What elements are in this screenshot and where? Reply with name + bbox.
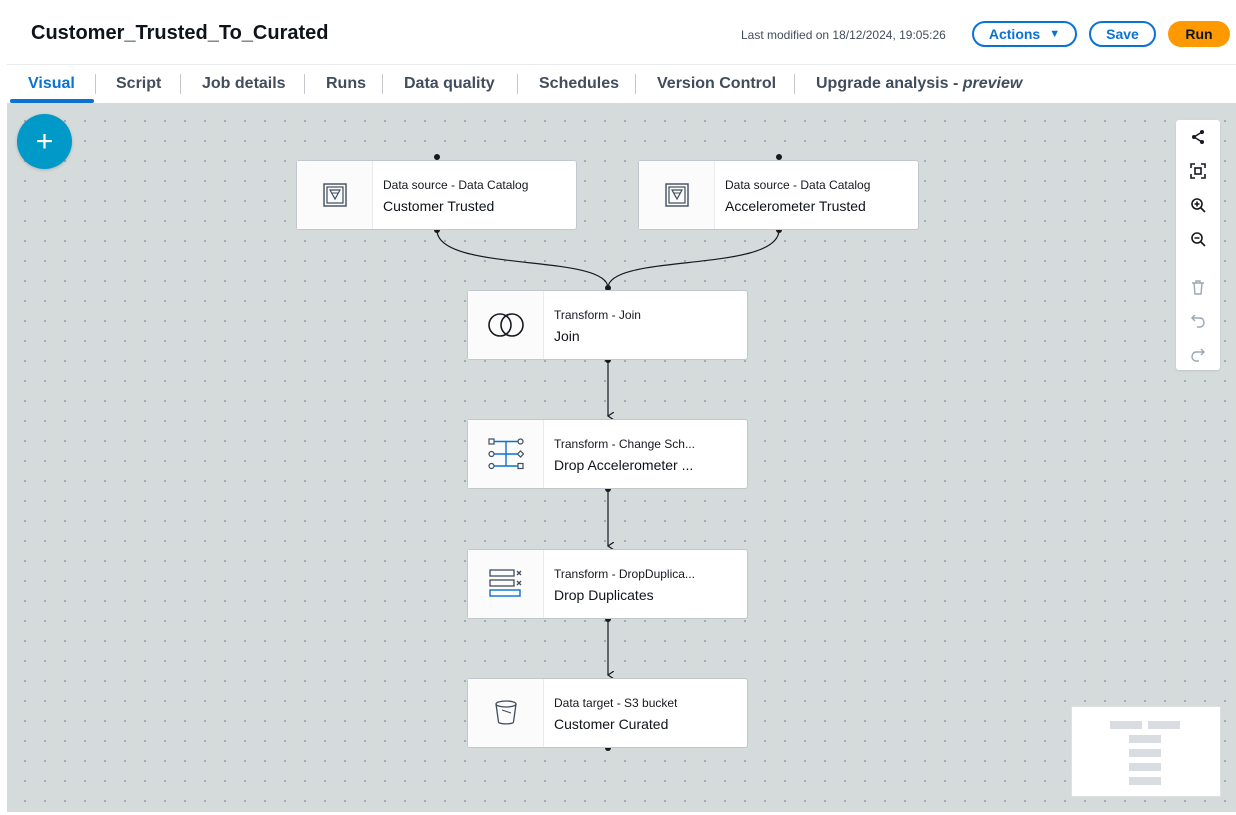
data-catalog-icon bbox=[322, 183, 347, 207]
tab-schedules[interactable]: Schedules bbox=[539, 75, 619, 93]
node-kind: Data target - S3 bucket bbox=[554, 696, 678, 710]
node-icon-box bbox=[468, 291, 544, 359]
tab-separator bbox=[635, 74, 636, 94]
node-name: Accelerometer Trusted bbox=[725, 198, 866, 214]
node-name: Drop Duplicates bbox=[554, 587, 654, 603]
delete-icon[interactable] bbox=[1187, 276, 1209, 298]
job-header: Customer_Trusted_To_Curated Last modifie… bbox=[0, 0, 1236, 64]
layout-icon[interactable] bbox=[1187, 126, 1209, 148]
header-divider bbox=[7, 64, 1236, 65]
node-icon-box bbox=[468, 550, 544, 618]
tab-separator bbox=[180, 74, 181, 94]
drop-duplicates-icon bbox=[488, 569, 521, 597]
zoom-out-icon[interactable] bbox=[1187, 228, 1209, 250]
redo-icon[interactable] bbox=[1187, 344, 1209, 366]
add-node-button[interactable]: + bbox=[17, 114, 72, 169]
node-customer-curated[interactable]: Data target - S3 bucket Customer Curated bbox=[467, 678, 748, 748]
join-icon bbox=[487, 313, 524, 337]
node-kind: Transform - Join bbox=[554, 308, 641, 322]
tab-job-details[interactable]: Job details bbox=[202, 75, 286, 93]
zoom-in-icon[interactable] bbox=[1187, 194, 1209, 216]
last-modified-text: Last modified on 18/12/2024, 19:05:26 bbox=[741, 28, 946, 42]
minimap-node bbox=[1129, 749, 1161, 757]
actions-button[interactable]: Actions ▼ bbox=[972, 21, 1077, 47]
node-icon-box bbox=[297, 161, 373, 229]
tab-script[interactable]: Script bbox=[116, 75, 161, 93]
fit-to-screen-icon[interactable] bbox=[1187, 160, 1209, 182]
node-customer-trusted[interactable]: Data source - Data Catalog Customer Trus… bbox=[296, 160, 577, 230]
node-accelerometer-trusted[interactable]: Data source - Data Catalog Accelerometer… bbox=[638, 160, 919, 230]
node-drop-duplicates[interactable]: Transform - DropDuplica... Drop Duplicat… bbox=[467, 549, 748, 619]
node-drop-accelerometer[interactable]: Transform - Change Sch... Drop Accelerom… bbox=[467, 419, 748, 489]
node-icon-box bbox=[468, 679, 544, 747]
tab-data-quality[interactable]: Data quality bbox=[404, 75, 495, 93]
minimap-node bbox=[1129, 735, 1161, 743]
minimap-node bbox=[1110, 721, 1142, 729]
node-kind: Transform - Change Sch... bbox=[554, 437, 695, 451]
tab-separator bbox=[304, 74, 305, 94]
edge-accelerometer-to-join[interactable] bbox=[607, 229, 780, 289]
save-button[interactable]: Save bbox=[1089, 21, 1156, 47]
tab-version-control[interactable]: Version Control bbox=[657, 75, 776, 93]
node-icon-box bbox=[468, 420, 544, 488]
node-kind: Data source - Data Catalog bbox=[725, 178, 871, 192]
actions-label: Actions bbox=[988, 26, 1041, 42]
change-schema-icon bbox=[487, 438, 524, 470]
node-name: Join bbox=[554, 328, 580, 344]
tab-visual[interactable]: Visual bbox=[28, 75, 75, 93]
node-icon-box bbox=[639, 161, 715, 229]
minimap[interactable] bbox=[1071, 706, 1221, 797]
data-catalog-icon bbox=[664, 183, 689, 207]
node-name: Drop Accelerometer ... bbox=[554, 457, 694, 473]
tab-runs[interactable]: Runs bbox=[326, 75, 366, 93]
canvas-toolbar bbox=[1176, 120, 1220, 370]
tab-upgrade-label: Upgrade analysis - bbox=[816, 75, 963, 92]
plus-icon: + bbox=[35, 124, 54, 158]
node-kind: Transform - DropDuplica... bbox=[554, 567, 695, 581]
node-join[interactable]: Transform - Join Join bbox=[467, 290, 748, 360]
tab-separator bbox=[517, 74, 518, 94]
preview-label: preview bbox=[962, 75, 1023, 92]
job-title: Customer_Trusted_To_Curated bbox=[31, 22, 329, 44]
node-name: Customer Trusted bbox=[383, 198, 495, 214]
node-name: Customer Curated bbox=[554, 716, 669, 732]
tab-separator bbox=[794, 74, 795, 94]
tab-separator bbox=[95, 74, 96, 94]
visual-canvas[interactable]: + Data source - Data Catalog Customer Tr… bbox=[7, 103, 1236, 812]
edge-customer-to-join[interactable] bbox=[436, 229, 609, 289]
run-button[interactable]: Run bbox=[1168, 21, 1230, 47]
minimap-node bbox=[1129, 777, 1161, 785]
s3-bucket-icon bbox=[494, 700, 517, 725]
undo-icon[interactable] bbox=[1187, 310, 1209, 332]
caret-down-icon: ▼ bbox=[1049, 28, 1061, 40]
tab-upgrade-analysis[interactable]: Upgrade analysis - preview bbox=[816, 75, 1022, 93]
minimap-node bbox=[1148, 721, 1180, 729]
tab-separator bbox=[382, 74, 383, 94]
tab-bar: Visual Script Job details Runs Data qual… bbox=[7, 66, 1236, 103]
node-kind: Data source - Data Catalog bbox=[383, 178, 529, 192]
minimap-node bbox=[1129, 763, 1161, 771]
